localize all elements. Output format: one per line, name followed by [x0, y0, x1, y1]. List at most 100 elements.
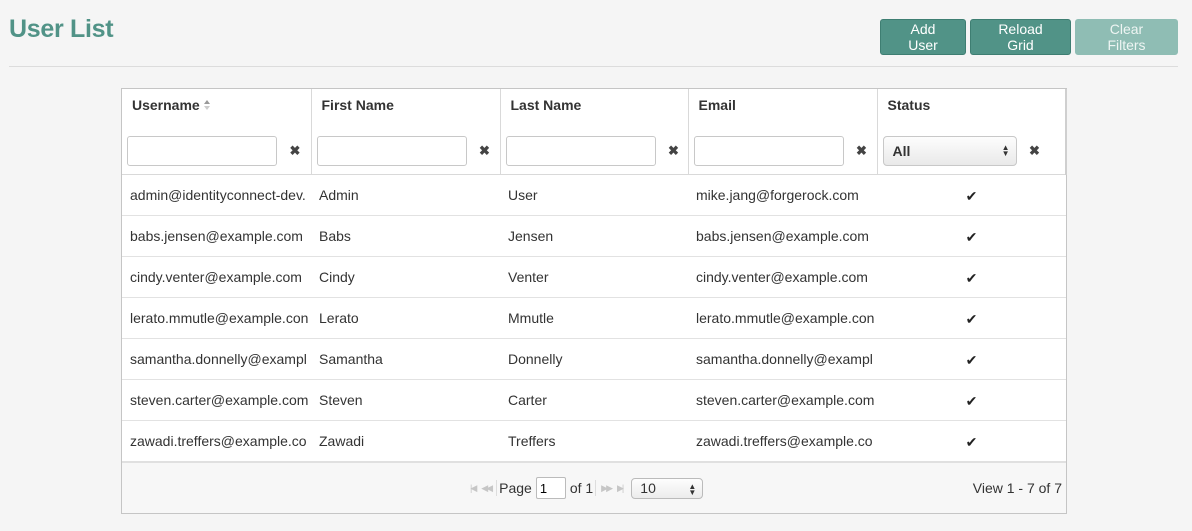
username-cell: samantha.donnelly@exampl [122, 338, 311, 380]
last-name-cell: Mmutle [500, 297, 688, 339]
checkmark-icon: ✔ [965, 434, 978, 450]
first-name-cell: Samantha [311, 338, 500, 380]
last-page-icon[interactable]: ▶| [617, 483, 624, 494]
page-label: Page [499, 480, 532, 496]
first-name-cell: Admin [311, 174, 500, 216]
checkmark-icon: ✔ [965, 270, 978, 286]
clear-filter-icon[interactable]: ✖ [855, 143, 869, 159]
user-list-page: User List Add User Reload Grid Clear Fil… [0, 0, 1192, 531]
first-page-icon[interactable]: |◀ [470, 483, 477, 494]
user-grid: Username ✖ First Name ✖ Last Name ✖ Emai… [121, 88, 1067, 514]
clear-filters-button[interactable]: Clear Filters [1075, 19, 1178, 55]
checkmark-icon: ✔ [965, 393, 978, 409]
column-header-first-name[interactable]: First Name ✖ [311, 89, 501, 175]
header-row: Username ✖ First Name ✖ Last Name ✖ Emai… [122, 89, 1067, 175]
page-number-input[interactable] [535, 477, 566, 499]
email-filter: ✖ [693, 136, 869, 166]
checkmark-icon: ✔ [965, 188, 978, 204]
first-name-cell: Zawadi [311, 420, 500, 462]
status-cell: ✔ [877, 174, 1066, 216]
select-arrows-icon: ▲ ▼ [688, 481, 697, 497]
page-title: User List [9, 15, 114, 43]
pager: |◀ ◀◀ Page of 1 ▶▶ ▶| 10 ▲▼ View 1 - 7 o… [122, 461, 1066, 513]
table-row[interactable]: steven.carter@example.com Steven Carter ste… [122, 379, 1066, 421]
status-cell: ✔ [877, 338, 1066, 380]
status-cell: ✔ [877, 379, 1066, 421]
pager-separator [595, 480, 597, 496]
column-header-email[interactable]: Email ✖ [688, 89, 878, 175]
last-name-filter-input[interactable] [505, 136, 656, 166]
toolbar: Add User Reload Grid Clear Filters [880, 19, 1178, 55]
rows-per-page-select[interactable]: 10 ▲ ▼ [631, 477, 704, 499]
last-name-cell: Treffers [500, 420, 688, 462]
record-count: View 1 - 7 of 7 [972, 480, 1062, 496]
pager-controls: |◀ ◀◀ Page of 1 ▶▶ ▶| 10 ▲▼ [467, 477, 704, 499]
first-name-cell: Lerato [311, 297, 500, 339]
column-header-status[interactable]: Status All ▲ ▼ ✖ [877, 89, 1067, 175]
first-name-cell: Babs [311, 215, 500, 257]
column-label-last-name: Last Name [510, 97, 582, 113]
email-cell: zawadi.treffers@example.co [688, 420, 877, 462]
username-cell: admin@identityconnect-dev. [122, 174, 311, 216]
email-cell: cindy.venter@example.com [688, 256, 877, 298]
checkmark-icon: ✔ [965, 311, 978, 327]
column-header-username[interactable]: Username ✖ [122, 89, 312, 175]
header-divider [9, 66, 1178, 67]
status-cell: ✔ [877, 256, 1066, 298]
email-cell: steven.carter@example.com [688, 379, 877, 421]
checkmark-icon: ✔ [965, 352, 978, 368]
status-filter-value: All [892, 143, 911, 159]
prev-page-icon[interactable]: ◀◀ [481, 483, 493, 494]
username-cell: cindy.venter@example.com [122, 256, 311, 298]
page-of-label: of 1 [569, 480, 594, 496]
table-row[interactable]: zawadi.treffers@example.co Zawadi Treffers… [122, 420, 1066, 462]
user-table: Username ✖ First Name ✖ Last Name ✖ Emai… [122, 89, 1067, 462]
grid-body: admin@identityconnect-dev. Admin User mike.… [122, 174, 1066, 462]
last-name-cell: Donnelly [500, 338, 688, 380]
status-filter-select[interactable]: All ▲ ▼ [882, 136, 1017, 166]
email-cell: mike.jang@forgerock.com [688, 174, 877, 216]
clear-filter-icon[interactable]: ✖ [667, 143, 681, 159]
username-cell: steven.carter@example.com [122, 379, 311, 421]
first-name-filter: ✖ [316, 136, 492, 166]
pager-separator [496, 480, 498, 496]
last-name-cell: Venter [500, 256, 688, 298]
column-label-status: Status [887, 97, 931, 113]
last-name-filter: ✖ [505, 136, 681, 166]
table-row[interactable]: babs.jensen@example.com Babs Jensen babs.je… [122, 215, 1066, 257]
last-name-cell: User [500, 174, 688, 216]
table-row[interactable]: admin@identityconnect-dev. Admin User mike.… [122, 174, 1066, 216]
username-filter: ✖ [127, 136, 302, 166]
column-header-last-name[interactable]: Last Name ✖ [500, 89, 689, 175]
add-user-button[interactable]: Add User [880, 19, 966, 55]
select-arrows-icon: ▲ ▼ [1001, 143, 1010, 158]
username-filter-input[interactable] [127, 136, 277, 166]
username-cell: zawadi.treffers@example.co [122, 420, 311, 462]
first-name-cell: Steven [311, 379, 500, 421]
rows-per-page-value: 10 [640, 479, 656, 496]
username-cell: babs.jensen@example.com [122, 215, 311, 257]
sort-icon[interactable] [203, 100, 211, 111]
email-cell: lerato.mmutle@example.con [688, 297, 877, 339]
status-cell: ✔ [877, 420, 1066, 462]
email-filter-input[interactable] [693, 136, 844, 166]
email-cell: samantha.donnelly@exampl [688, 338, 877, 380]
last-name-cell: Carter [500, 379, 688, 421]
reload-grid-button[interactable]: Reload Grid [970, 19, 1071, 55]
status-cell: ✔ [877, 297, 1066, 339]
clear-filter-icon[interactable]: ✖ [288, 143, 302, 159]
table-row[interactable]: samantha.donnelly@exampl Samantha Donnelly… [122, 338, 1066, 380]
table-row[interactable]: lerato.mmutle@example.con Lerato Mmutle ler… [122, 297, 1066, 339]
first-name-cell: Cindy [311, 256, 500, 298]
status-cell: ✔ [877, 215, 1066, 257]
column-label-username: Username [132, 97, 200, 113]
status-filter: All ▲ ▼ ✖ [882, 136, 1042, 166]
last-name-cell: Jensen [500, 215, 688, 257]
next-page-icon[interactable]: ▶▶ [601, 483, 613, 494]
clear-filter-icon[interactable]: ✖ [478, 143, 492, 159]
table-row[interactable]: cindy.venter@example.com Cindy Venter cindy… [122, 256, 1066, 298]
clear-filter-icon[interactable]: ✖ [1028, 143, 1042, 159]
first-name-filter-input[interactable] [316, 136, 467, 166]
checkmark-icon: ✔ [965, 229, 978, 245]
column-label-email: Email [698, 97, 736, 113]
